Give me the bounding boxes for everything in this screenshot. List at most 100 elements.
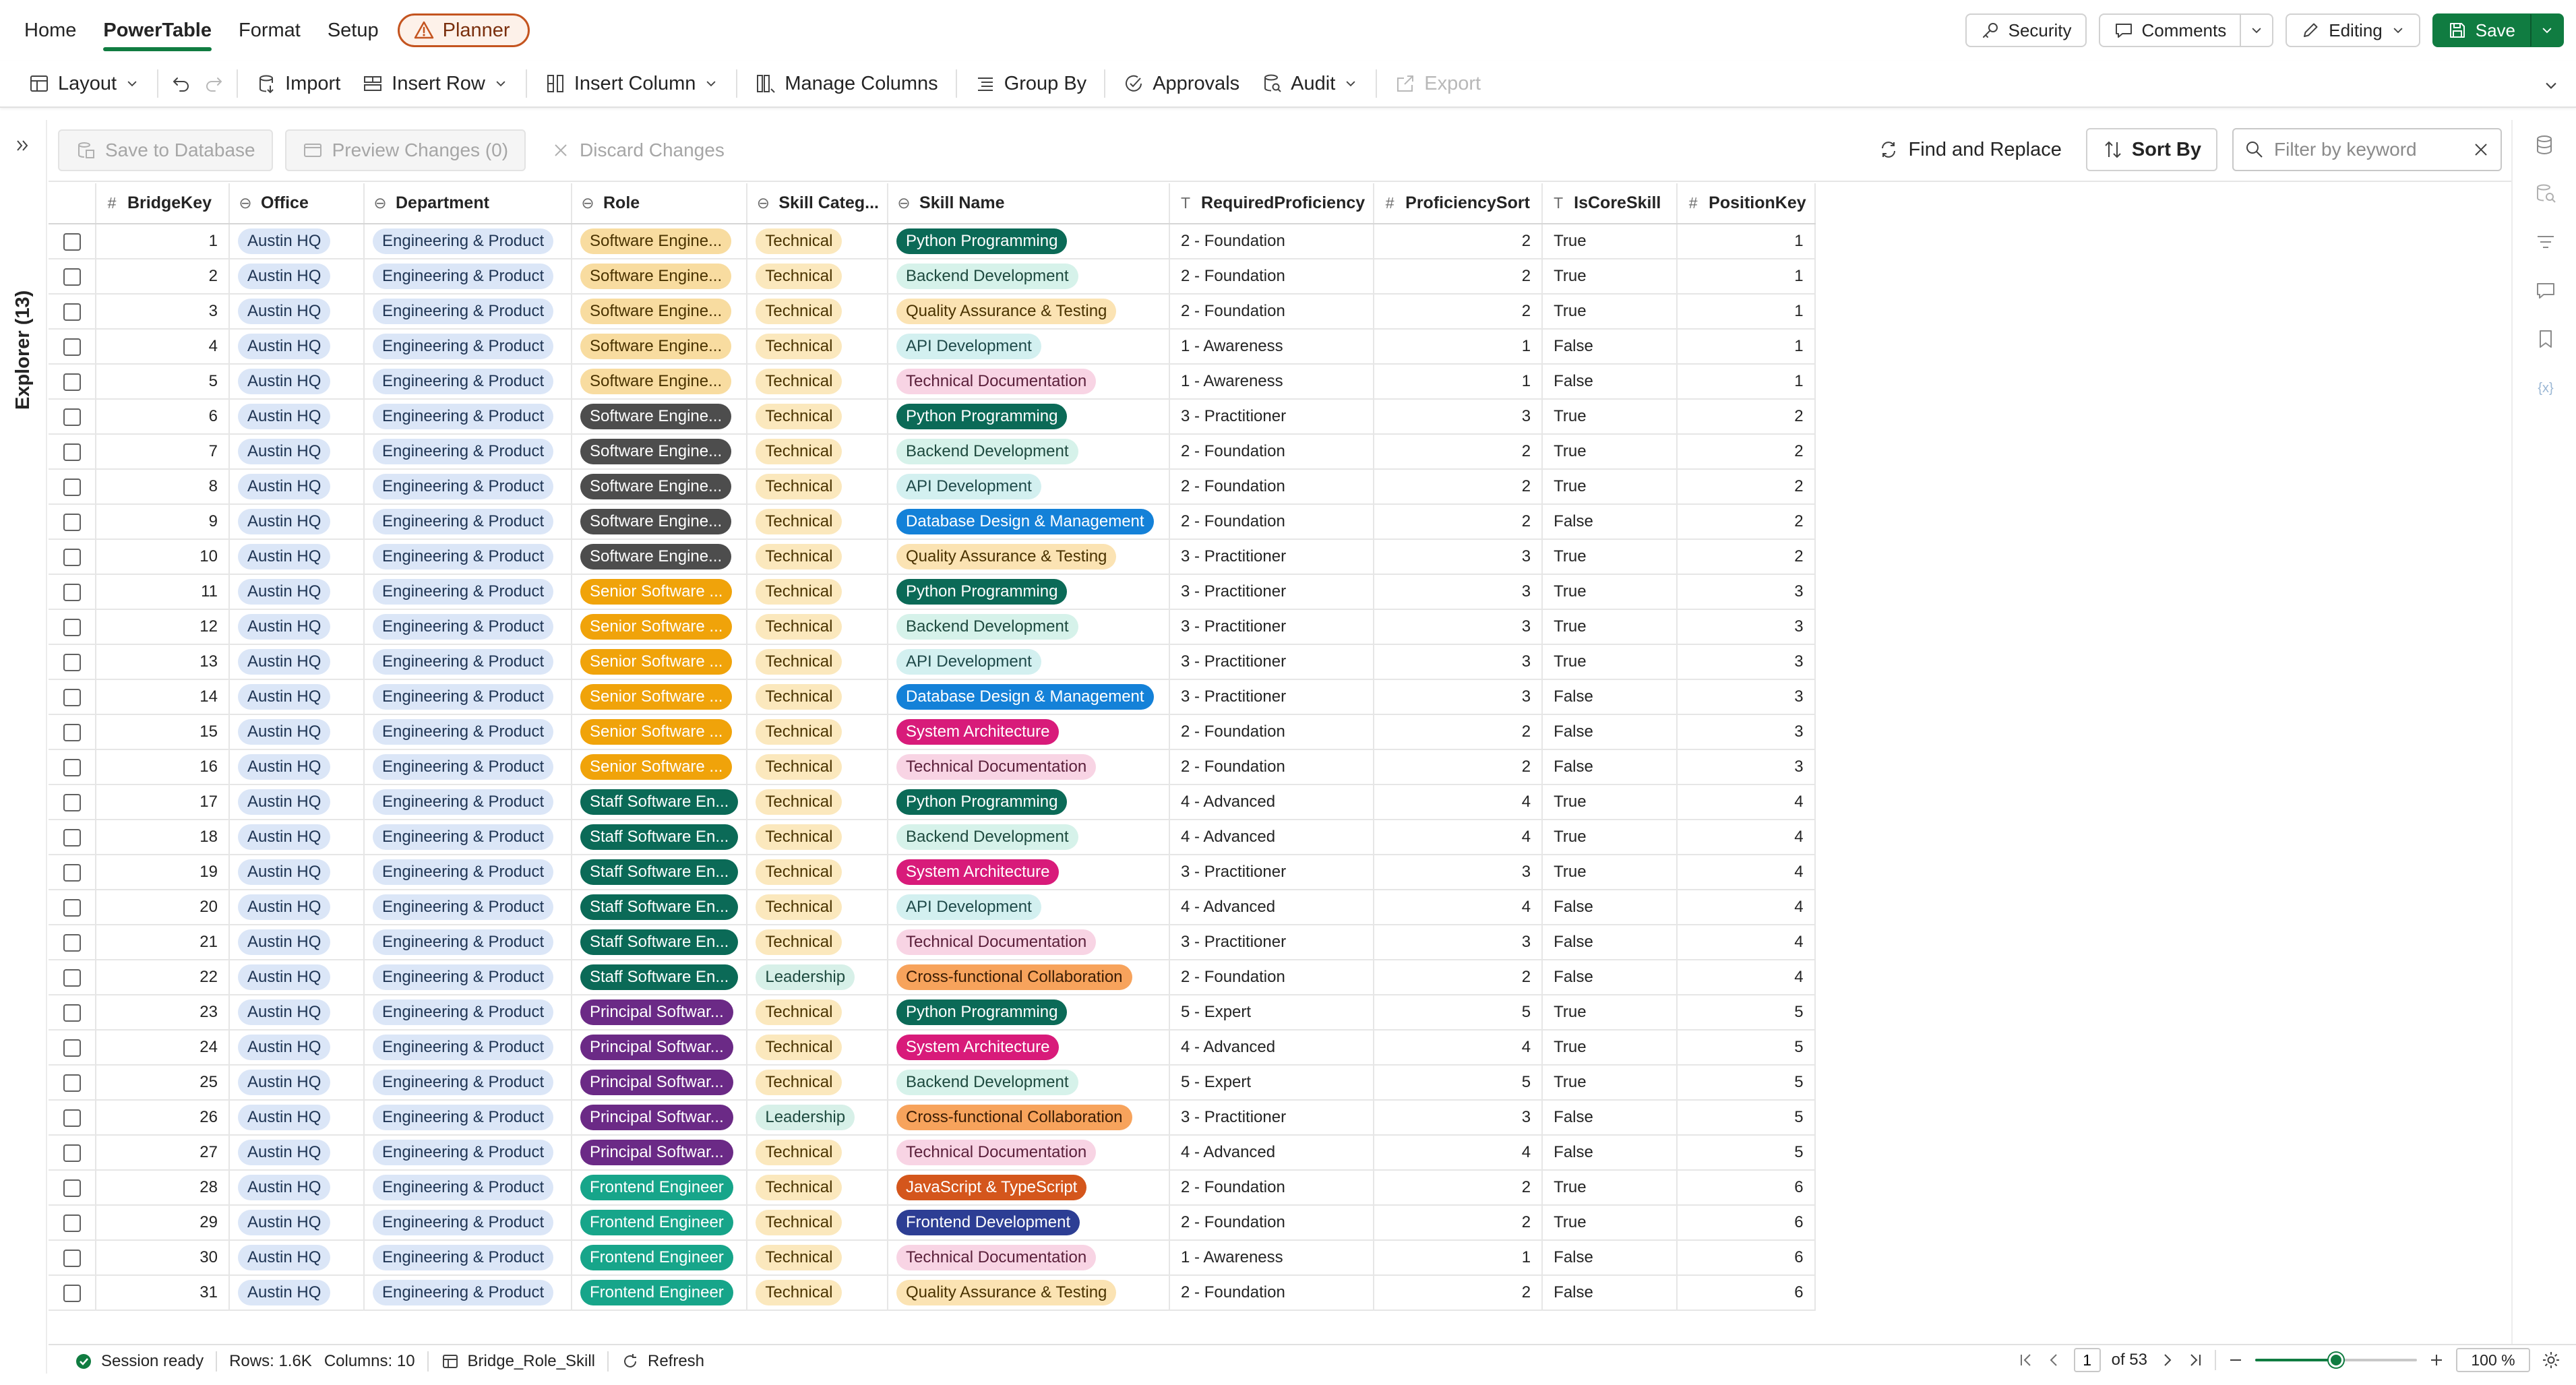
position-key-cell[interactable]: 6 xyxy=(1677,1170,1816,1206)
position-key-cell[interactable]: 2 xyxy=(1677,399,1816,435)
table-row[interactable]: 29 Austin HQ Engineering & Product Frontend… xyxy=(49,1205,1816,1241)
comments-button[interactable]: Comments xyxy=(2098,13,2242,47)
skill-name-cell[interactable]: System Architecture xyxy=(888,714,1171,750)
is-core-skill-cell[interactable]: True xyxy=(1542,434,1678,470)
position-key-cell[interactable]: 1 xyxy=(1677,224,1816,259)
zoom-level-field[interactable]: 100 % xyxy=(2456,1348,2530,1372)
column-header-department[interactable]: ⊖ Department xyxy=(364,183,572,224)
proficiency-sort-cell[interactable]: 3 xyxy=(1374,609,1543,645)
is-core-skill-cell[interactable]: False xyxy=(1542,890,1678,925)
department-cell[interactable]: Engineering & Product xyxy=(364,399,572,435)
skill-name-cell[interactable]: Python Programming xyxy=(888,995,1171,1030)
clear-filter-icon[interactable] xyxy=(2472,141,2490,158)
skill-name-cell[interactable]: Cross-functional Collaboration xyxy=(888,1100,1171,1136)
skill-name-cell[interactable]: Backend Development xyxy=(888,1065,1171,1101)
previous-page-icon[interactable] xyxy=(2046,1351,2063,1369)
role-cell[interactable]: Frontend Engineer xyxy=(572,1205,748,1241)
column-header-skill-category[interactable]: ⊖ Skill Categ... xyxy=(747,183,889,224)
department-cell[interactable]: Engineering & Product xyxy=(364,1030,572,1066)
department-cell[interactable]: Engineering & Product xyxy=(364,784,572,820)
required-proficiency-cell[interactable]: 1 - Awareness xyxy=(1169,364,1375,400)
department-cell[interactable]: Engineering & Product xyxy=(364,960,572,995)
office-cell[interactable]: Austin HQ xyxy=(229,224,365,259)
required-proficiency-cell[interactable]: 4 - Advanced xyxy=(1169,890,1375,925)
column-header-role[interactable]: ⊖ Role xyxy=(572,183,748,224)
skill-category-cell[interactable]: Technical xyxy=(747,749,889,785)
skill-category-cell[interactable]: Technical xyxy=(747,890,889,925)
proficiency-sort-cell[interactable]: 4 xyxy=(1374,820,1543,855)
save-button[interactable]: Save xyxy=(2432,13,2530,47)
required-proficiency-cell[interactable]: 3 - Practitioner xyxy=(1169,574,1375,610)
role-cell[interactable]: Senior Software ... xyxy=(572,749,748,785)
table-row[interactable]: 28 Austin HQ Engineering & Product Frontend… xyxy=(49,1170,1816,1206)
audit-button[interactable]: Audit xyxy=(1250,65,1369,102)
table-row[interactable]: 22 Austin HQ Engineering & Product Staff So… xyxy=(49,960,1816,995)
is-core-skill-cell[interactable]: True xyxy=(1542,574,1678,610)
row-checkbox[interactable] xyxy=(63,968,81,987)
proficiency-sort-cell[interactable]: 3 xyxy=(1374,925,1543,960)
required-proficiency-cell[interactable]: 3 - Practitioner xyxy=(1169,399,1375,435)
proficiency-sort-cell[interactable]: 4 xyxy=(1374,890,1543,925)
comment-icon[interactable] xyxy=(2534,279,2557,302)
department-cell[interactable]: Engineering & Product xyxy=(364,434,572,470)
position-key-cell[interactable]: 3 xyxy=(1677,679,1816,715)
row-checkbox[interactable] xyxy=(63,793,81,811)
office-cell[interactable]: Austin HQ xyxy=(229,820,365,855)
office-cell[interactable]: Austin HQ xyxy=(229,259,365,295)
bridgekey-cell[interactable]: 26 xyxy=(96,1100,230,1136)
skill-name-cell[interactable]: Python Programming xyxy=(888,399,1171,435)
row-checkbox[interactable] xyxy=(63,828,81,847)
insert-column-button[interactable]: Insert Column xyxy=(534,65,730,102)
skill-name-cell[interactable]: System Architecture xyxy=(888,1030,1171,1066)
department-cell[interactable]: Engineering & Product xyxy=(364,1065,572,1101)
is-core-skill-cell[interactable]: False xyxy=(1542,714,1678,750)
skill-name-cell[interactable]: Database Design & Management xyxy=(888,504,1171,540)
required-proficiency-cell[interactable]: 2 - Foundation xyxy=(1169,749,1375,785)
proficiency-sort-cell[interactable]: 2 xyxy=(1374,1275,1543,1311)
role-cell[interactable]: Senior Software ... xyxy=(572,714,748,750)
bridgekey-cell[interactable]: 25 xyxy=(96,1065,230,1101)
row-checkbox[interactable] xyxy=(63,548,81,566)
proficiency-sort-cell[interactable]: 2 xyxy=(1374,259,1543,295)
row-checkbox[interactable] xyxy=(63,513,81,531)
office-cell[interactable]: Austin HQ xyxy=(229,609,365,645)
skill-name-cell[interactable]: Technical Documentation xyxy=(888,925,1171,960)
column-header-skill-name[interactable]: ⊖ Skill Name xyxy=(888,183,1171,224)
skill-category-cell[interactable]: Technical xyxy=(747,1275,889,1311)
office-cell[interactable]: Austin HQ xyxy=(229,504,365,540)
table-row[interactable]: 27 Austin HQ Engineering & Product Principa… xyxy=(49,1135,1816,1171)
role-cell[interactable]: Software Engine... xyxy=(572,364,748,400)
is-core-skill-cell[interactable]: False xyxy=(1542,925,1678,960)
department-cell[interactable]: Engineering & Product xyxy=(364,644,572,680)
role-cell[interactable]: Principal Softwar... xyxy=(572,995,748,1030)
is-core-skill-cell[interactable]: False xyxy=(1542,1275,1678,1311)
office-cell[interactable]: Austin HQ xyxy=(229,574,365,610)
office-cell[interactable]: Austin HQ xyxy=(229,399,365,435)
skill-category-cell[interactable]: Technical xyxy=(747,714,889,750)
is-core-skill-cell[interactable]: True xyxy=(1542,259,1678,295)
role-cell[interactable]: Staff Software En... xyxy=(572,960,748,995)
position-key-cell[interactable]: 6 xyxy=(1677,1240,1816,1276)
skill-category-cell[interactable]: Technical xyxy=(747,855,889,890)
office-cell[interactable]: Austin HQ xyxy=(229,294,365,330)
required-proficiency-cell[interactable]: 3 - Practitioner xyxy=(1169,855,1375,890)
is-core-skill-cell[interactable]: True xyxy=(1542,855,1678,890)
is-core-skill-cell[interactable]: True xyxy=(1542,1065,1678,1101)
proficiency-sort-cell[interactable]: 3 xyxy=(1374,679,1543,715)
skill-name-cell[interactable]: API Development xyxy=(888,329,1171,365)
comments-dropdown[interactable] xyxy=(2241,13,2274,47)
is-core-skill-cell[interactable]: True xyxy=(1542,1030,1678,1066)
position-key-cell[interactable]: 2 xyxy=(1677,434,1816,470)
position-key-cell[interactable]: 2 xyxy=(1677,539,1816,575)
office-cell[interactable]: Austin HQ xyxy=(229,1135,365,1171)
role-cell[interactable]: Software Engine... xyxy=(572,224,748,259)
skill-category-cell[interactable]: Technical xyxy=(747,1065,889,1101)
row-checkbox[interactable] xyxy=(63,303,81,321)
office-cell[interactable]: Austin HQ xyxy=(229,1100,365,1136)
bridgekey-cell[interactable]: 6 xyxy=(96,399,230,435)
skill-name-cell[interactable]: Python Programming xyxy=(888,224,1171,259)
proficiency-sort-cell[interactable]: 4 xyxy=(1374,1030,1543,1066)
is-core-skill-cell[interactable]: False xyxy=(1542,504,1678,540)
position-key-cell[interactable]: 6 xyxy=(1677,1205,1816,1241)
proficiency-sort-cell[interactable]: 3 xyxy=(1374,644,1543,680)
